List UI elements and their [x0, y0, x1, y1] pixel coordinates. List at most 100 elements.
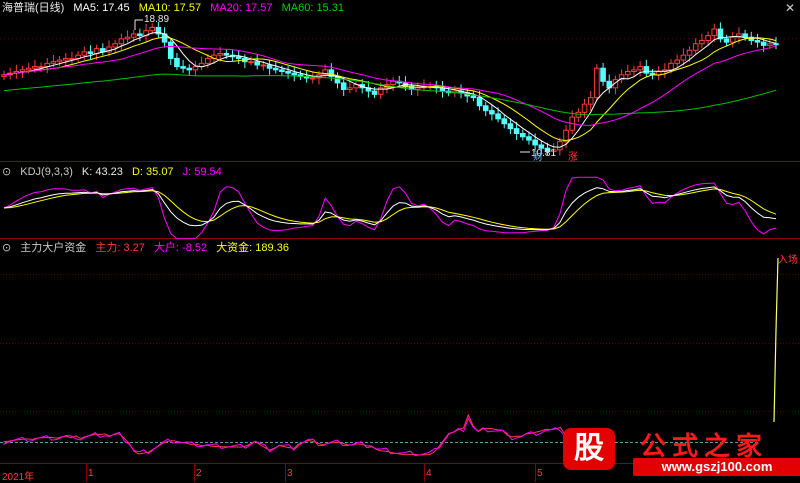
dazijin-value: 大资金: 189.36 [216, 242, 289, 254]
candle-body [519, 133, 526, 138]
candle-body [167, 41, 174, 59]
candle-body [513, 128, 520, 135]
kdj-panel-header: ⊙ KDJ(9,3,3) K: 43.23 D: 35.07 J: 59.54 [2, 165, 228, 179]
candle-body [390, 80, 396, 86]
panel-toggle-icon[interactable]: ⊙ [2, 166, 11, 178]
candle-body [680, 54, 687, 61]
fund-panel-header: ⊙ 主力大户资金 主力: 3.27 大户: -8.52 大资金: 189.36 [2, 241, 295, 255]
x-tick-label: 3 [287, 468, 293, 479]
x-tick-label: 2021年 [2, 472, 35, 483]
kdj-k-value: K: 43.23 [81, 166, 123, 178]
candle-body [25, 67, 32, 71]
candle-body [217, 53, 223, 56]
candle-body [56, 59, 63, 63]
candle-body [81, 51, 88, 56]
candle-body [414, 87, 421, 90]
candle-body [112, 43, 118, 48]
candle-body [655, 70, 662, 76]
candle-body [760, 41, 767, 46]
candle-body [495, 113, 501, 120]
candle-body [272, 67, 279, 71]
candle-body [137, 33, 143, 37]
candle-body [594, 67, 600, 99]
dahu-value: 大户: -8.52 [153, 242, 208, 254]
rise-tag[interactable]: 涨 [568, 152, 578, 164]
candle-body [279, 69, 285, 72]
high-price-label: 18.89 [144, 14, 170, 25]
candle-body [482, 105, 489, 112]
dahu-line [2, 417, 610, 457]
signal-tag: 入场 [778, 255, 798, 266]
candle-body [711, 28, 718, 37]
stock-title: 海普瑞(日线) [2, 2, 65, 14]
candle-body [87, 51, 94, 55]
candle-body [476, 97, 483, 107]
candle-body [254, 61, 261, 66]
x-tick-label: 4 [426, 468, 432, 479]
candle-body [50, 61, 57, 64]
ma10-value: MA10: 17.57 [138, 2, 202, 14]
candle-body [19, 69, 26, 72]
candle-body [532, 139, 538, 146]
fund-title: 主力大户资金 [20, 242, 87, 254]
candle-body [705, 35, 711, 41]
candle-body [347, 87, 353, 90]
candle-body [692, 43, 699, 51]
candle-body [742, 33, 748, 38]
candle-body [723, 38, 730, 43]
logo-url: www.gszj100.com [633, 458, 800, 476]
candle-body [223, 53, 230, 56]
zhuli-line [3, 413, 609, 456]
candle-body [174, 57, 180, 68]
candle-body [668, 62, 674, 71]
candle-body [38, 66, 44, 69]
candle-body [124, 36, 131, 40]
candle-body [507, 123, 514, 130]
candle-body [260, 64, 267, 67]
candle-body [186, 67, 193, 71]
candle-body [69, 57, 75, 60]
candle-body [557, 141, 563, 151]
candle-body [340, 82, 347, 90]
candle-body [310, 77, 316, 80]
candle-body [489, 110, 495, 115]
ma5-value: MA5: 17.45 [73, 2, 130, 14]
kdj-d-value: D: 35.07 [131, 166, 174, 178]
candle-body [729, 36, 736, 43]
close-icon[interactable]: ✕ [784, 2, 796, 14]
candle-body [754, 39, 761, 43]
candle-body [637, 66, 643, 71]
candle-body [285, 70, 291, 74]
candle-body [248, 61, 254, 64]
kdj-j-value: J: 59.54 [182, 166, 222, 178]
panel-toggle-icon[interactable]: ⊙ [2, 242, 11, 254]
candle-body [149, 26, 156, 32]
candle-body [581, 103, 588, 113]
candle-body [62, 57, 69, 61]
candle-body [631, 69, 637, 72]
zhuli-value: 主力: 3.27 [95, 242, 145, 254]
candle-body [192, 66, 199, 71]
candle-body [587, 97, 594, 105]
finance-tag[interactable]: 财 [533, 152, 543, 164]
candle-body [501, 118, 508, 125]
candle-body [180, 66, 186, 69]
candle-body [686, 49, 693, 56]
x-tick-label: 1 [88, 468, 94, 479]
kdj-title: KDJ(9,3,3) [20, 166, 73, 178]
candle-body [643, 66, 650, 74]
candle-body [371, 90, 378, 95]
kdj-j-line [3, 176, 777, 240]
dazijin-line [773, 257, 779, 423]
candle-body [32, 66, 38, 69]
candle-body [235, 56, 242, 59]
candle-body [118, 38, 125, 45]
x-tick-label: 5 [537, 468, 543, 479]
candle-body [773, 43, 779, 46]
candle-body [699, 39, 705, 45]
candle-body [767, 43, 773, 46]
candle-body [674, 59, 680, 64]
candle-body [266, 64, 273, 69]
candle-body [291, 72, 298, 76]
ma60-value: MA60: 15.31 [281, 2, 344, 14]
